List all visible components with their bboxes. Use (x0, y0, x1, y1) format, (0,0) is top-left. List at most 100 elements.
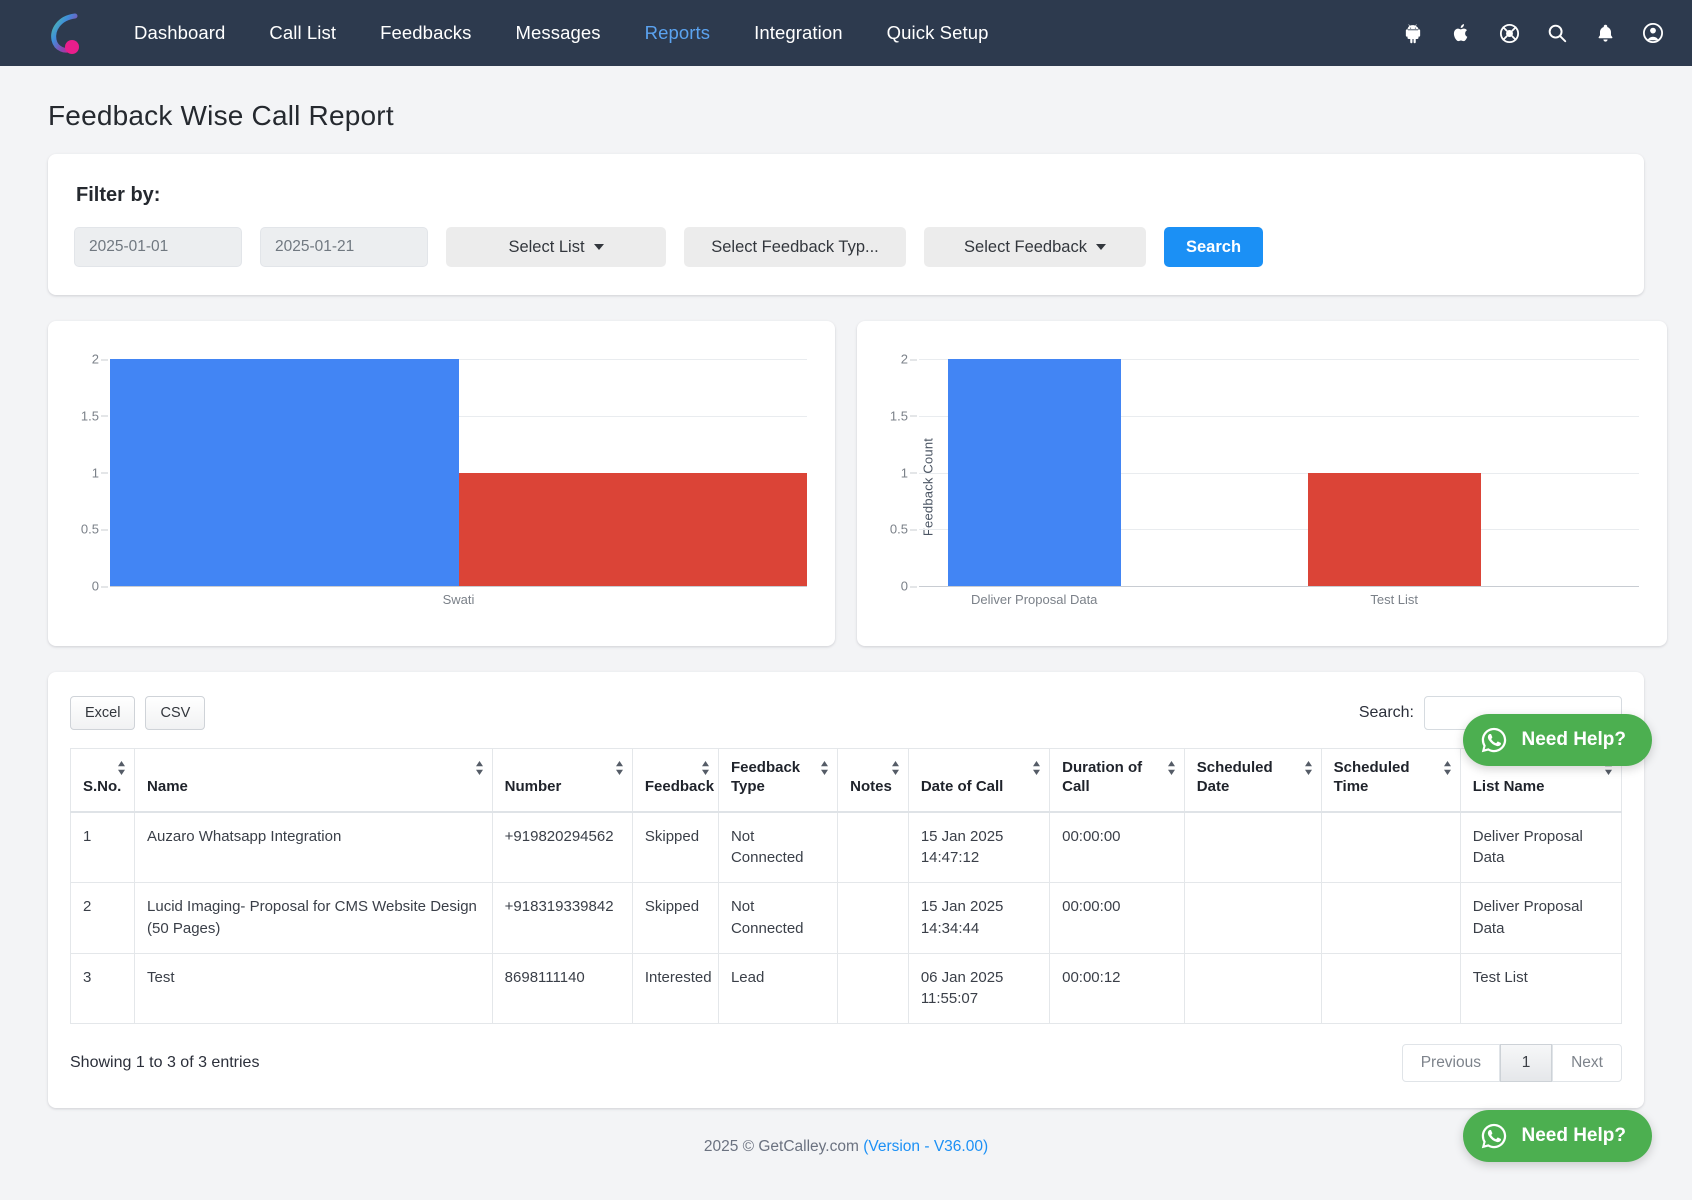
select-feedback-type-dropdown[interactable]: Select Feedback Typ... (684, 227, 906, 267)
y-tick-label: 0 (901, 579, 919, 594)
nav-link-quick-setup[interactable]: Quick Setup (865, 14, 1011, 52)
search-button[interactable]: Search (1164, 227, 1264, 267)
need-help-widget-top[interactable]: Need Help? (1463, 714, 1652, 766)
header-label: List Name (1472, 777, 1545, 795)
nav-link-call-list[interactable]: Call List (247, 14, 358, 52)
x-tick-label: Swati (442, 592, 475, 607)
table-row[interactable]: 3 Test 8698111140 Interested Lead 06 Jan… (69, 952, 1623, 1024)
export-csv-button[interactable]: CSV (145, 696, 206, 730)
column-header-date-of-call[interactable]: Date of Call (907, 748, 1051, 813)
header-label: Feedback Type (730, 759, 801, 795)
right-chart-bars (919, 359, 1639, 586)
nav-link-reports[interactable]: Reports (623, 14, 732, 52)
axis-baseline (110, 586, 807, 587)
table-head: S.No. Name Number Feedback Feedback Type… (69, 748, 1623, 813)
cell-duration: 00:00:00 (1049, 811, 1185, 883)
nav-link-dashboard[interactable]: Dashboard (112, 14, 247, 52)
cell-sno: 2 (69, 882, 136, 954)
bar-test-list[interactable] (1307, 472, 1481, 586)
header-label: Duration of Call (1062, 759, 1143, 795)
table-row[interactable]: 1 Auzaro Whatsapp Integration +919820294… (69, 811, 1623, 883)
chevron-down-icon (593, 244, 604, 250)
header-label: Scheduled Time (1333, 759, 1410, 795)
column-header-scheduled-time[interactable]: Scheduled Time (1320, 748, 1461, 813)
header-label: Date of Call (920, 777, 1004, 795)
whatsapp-icon (1479, 725, 1509, 755)
x-tick-label: Test List (1370, 592, 1419, 607)
pagination-page-1-button[interactable]: 1 (1500, 1044, 1552, 1082)
cell-sno: 3 (69, 952, 136, 1024)
select-list-dropdown[interactable]: Select List (446, 227, 666, 267)
y-tick-label: 1 (92, 465, 110, 480)
page-body: Feedback Wise Call Report Filter by: Sel… (0, 100, 1692, 1174)
y-tick-label: 1.5 (81, 408, 110, 423)
cell-name: Auzaro Whatsapp Integration (134, 811, 493, 883)
nav-link-integration[interactable]: Integration (732, 14, 865, 52)
cell-name: Test (134, 952, 493, 1024)
sort-icon (1167, 761, 1175, 775)
cell-feedback: Skipped (631, 811, 719, 883)
chart-plot-right: Feedback Count 2 1.5 1 0.5 0 Deliver Pro… (875, 341, 1649, 632)
cell-scheduled-date (1183, 952, 1322, 1024)
sort-icon (701, 761, 709, 775)
export-excel-button[interactable]: Excel (70, 696, 136, 730)
end-date-input[interactable] (260, 227, 428, 267)
y-tick-label: 1 (901, 465, 919, 480)
cell-scheduled-date (1183, 882, 1322, 954)
footer-version-link[interactable]: (Version - V36.00) (863, 1138, 988, 1155)
header-label: Feedback (644, 777, 715, 795)
nav-link-messages[interactable]: Messages (494, 14, 623, 52)
column-header-feedback-type[interactable]: Feedback Type (717, 748, 839, 813)
column-header-feedback[interactable]: Feedback (631, 748, 719, 813)
cell-number: +919820294562 (491, 811, 633, 883)
filter-panel: Filter by: Select List Select Feedback T… (48, 154, 1644, 295)
bar-interested[interactable] (458, 472, 807, 586)
support-lifebuoy-icon[interactable] (1496, 20, 1522, 46)
apple-icon[interactable] (1448, 20, 1474, 46)
report-table-panel: Excel CSV Search: S.No. Name Number Feed… (48, 672, 1644, 1108)
search-icon[interactable] (1544, 20, 1570, 46)
header-label: S.No. (83, 777, 122, 795)
column-header-scheduled-date[interactable]: Scheduled Date (1183, 748, 1322, 813)
y-tick-label: 0.5 (81, 522, 110, 537)
cell-date-of-call: 15 Jan 2025 14:34:44 (907, 882, 1051, 954)
report-table: S.No. Name Number Feedback Feedback Type… (69, 748, 1623, 1024)
y-tick-label: 0 (92, 579, 110, 594)
need-help-widget-bottom[interactable]: Need Help? (1463, 1110, 1652, 1162)
column-header-number[interactable]: Number (491, 748, 633, 813)
column-header-name[interactable]: Name (134, 748, 493, 813)
footer-copyright: 2025 © GetCalley.com (703, 1138, 864, 1155)
select-list-label: Select List (508, 237, 585, 256)
cell-duration: 00:00:12 (1049, 952, 1185, 1024)
column-header-sno[interactable]: S.No. (69, 748, 136, 813)
table-row[interactable]: 2 Lucid Imaging- Proposal for CMS Websit… (69, 882, 1623, 954)
nav-link-feedbacks[interactable]: Feedbacks (358, 14, 493, 52)
y-tick-label: 0.5 (890, 522, 919, 537)
cell-scheduled-time (1320, 882, 1461, 954)
export-buttons: Excel CSV (70, 696, 206, 730)
sort-icon (1304, 761, 1312, 775)
start-date-input[interactable] (74, 227, 242, 267)
sort-icon (118, 761, 126, 775)
column-header-duration-of-call[interactable]: Duration of Call (1049, 748, 1185, 813)
bar-skipped[interactable] (110, 359, 459, 586)
select-feedback-dropdown[interactable]: Select Feedback (924, 227, 1146, 267)
notification-bell-icon[interactable] (1592, 20, 1618, 46)
cell-feedback: Skipped (631, 882, 719, 954)
nav-links: Dashboard Call List Feedbacks Messages R… (112, 14, 1011, 52)
user-account-icon[interactable] (1640, 20, 1666, 46)
pagination-previous-button[interactable]: Previous (1401, 1044, 1500, 1082)
top-navbar: Dashboard Call List Feedbacks Messages R… (0, 0, 1692, 66)
table-body: 1 Auzaro Whatsapp Integration +919820294… (69, 811, 1623, 1024)
calley-logo[interactable] (44, 10, 88, 56)
column-header-notes[interactable]: Notes (837, 748, 909, 813)
x-tick-label: Deliver Proposal Data (970, 592, 1098, 607)
entries-summary: Showing 1 to 3 of 3 entries (70, 1054, 260, 1071)
pagination-next-button[interactable]: Next (1552, 1044, 1622, 1082)
bar-deliver-proposal-data[interactable] (947, 359, 1121, 586)
android-icon[interactable] (1400, 20, 1426, 46)
left-chart-x-labels: Swati (110, 592, 807, 614)
pagination: Previous 1 Next (1401, 1044, 1622, 1082)
whatsapp-icon (1479, 1121, 1509, 1151)
feedback-by-user-chart: Feedback Count 2 1.5 1 0.5 0 (48, 321, 835, 646)
